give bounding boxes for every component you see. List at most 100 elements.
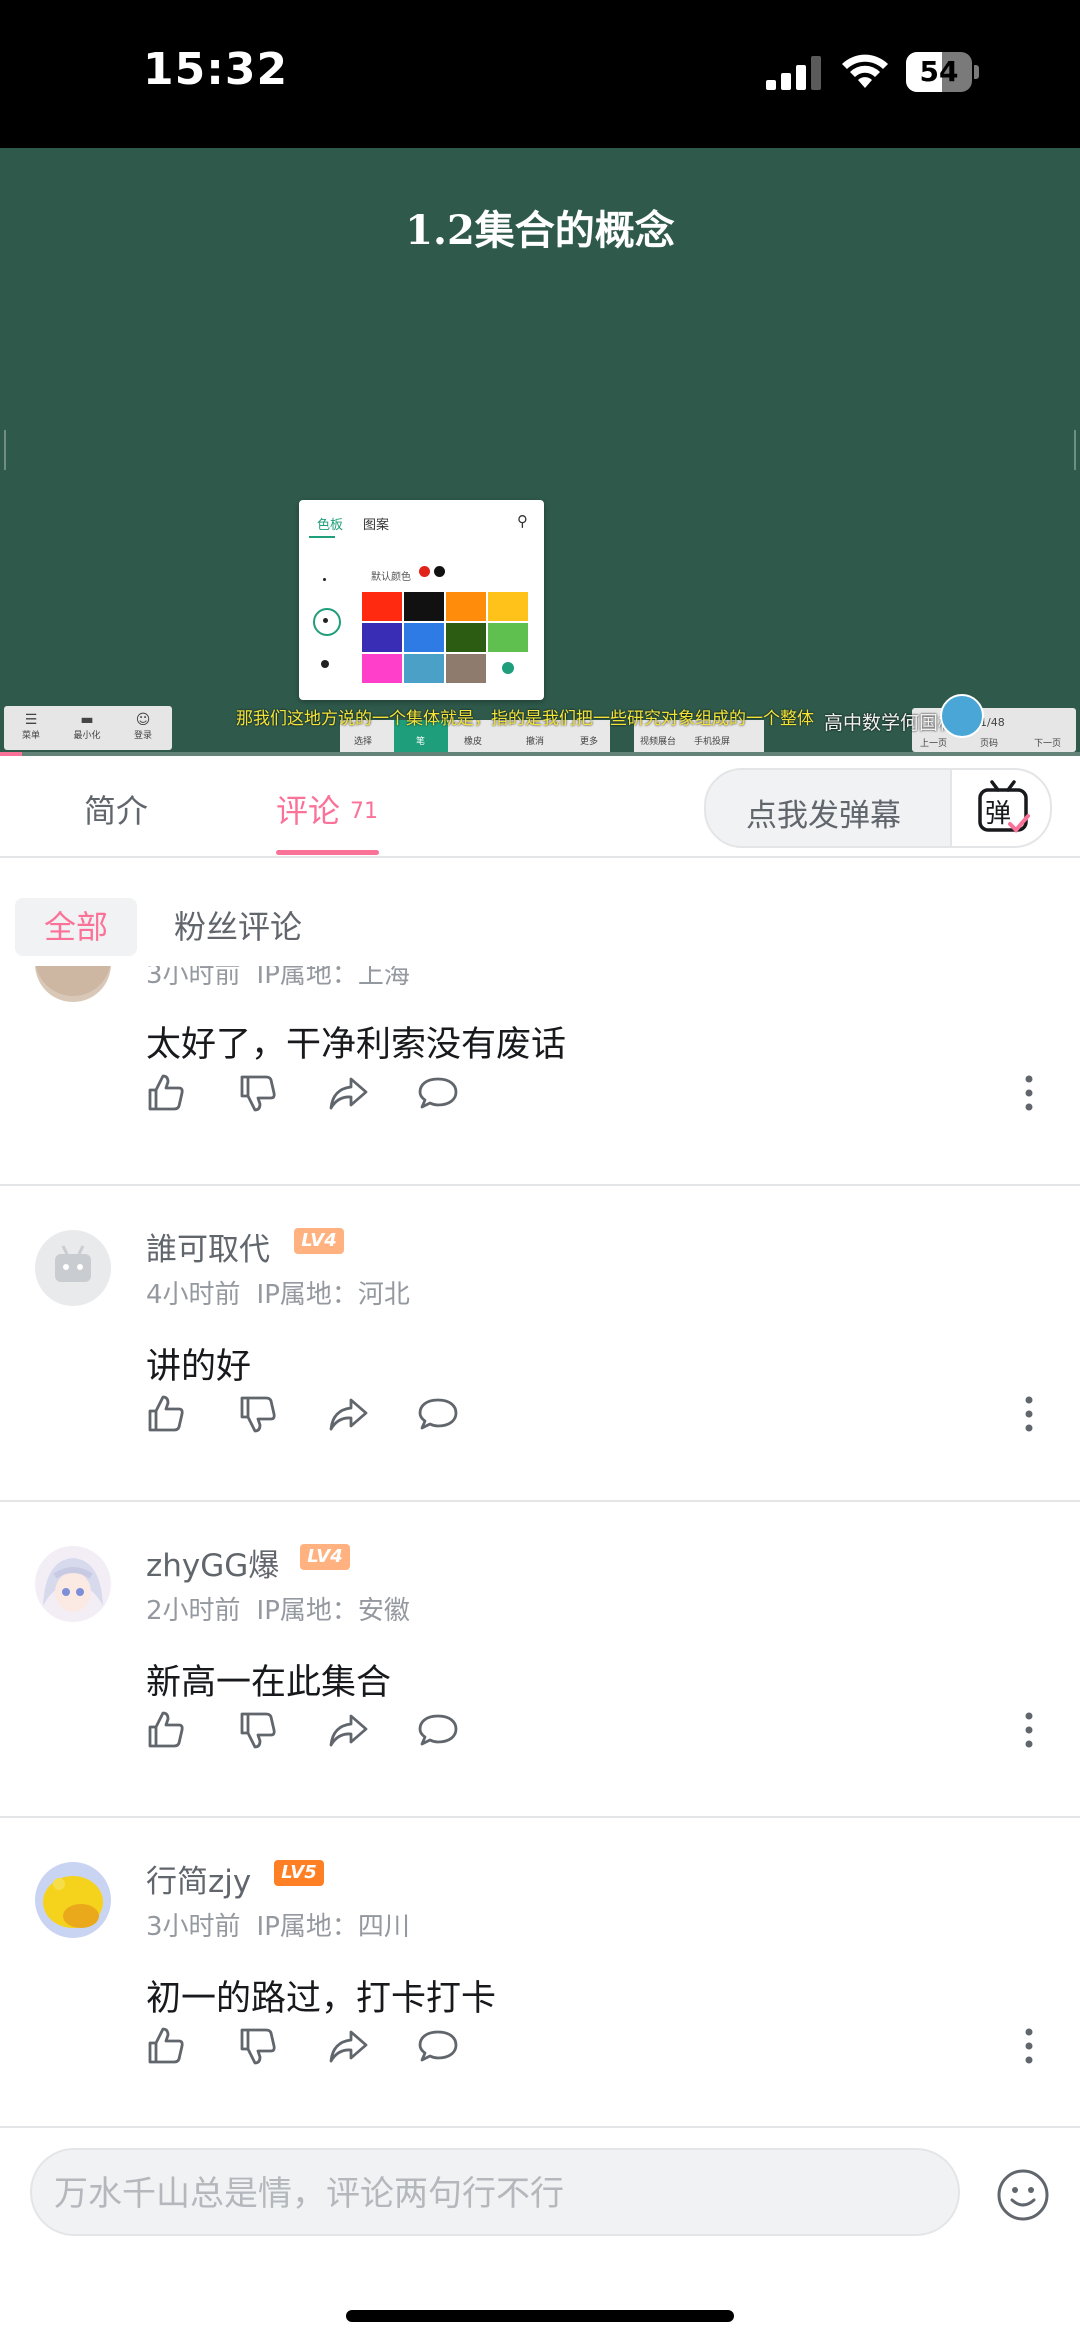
comment-input[interactable]: 万水千山总是情，评论两句行不行 <box>30 2148 960 2236</box>
ip-label: IP属地： <box>256 1280 358 1310</box>
danmaku-icon: 弹 <box>978 780 1030 833</box>
reply-icon[interactable] <box>416 2024 460 2068</box>
comment-meta: 2小时前 IP属地：安徽 <box>146 1590 410 1627</box>
comment-time: 3小时前 <box>146 1912 241 1942</box>
danmaku-placeholder[interactable]: 点我发弹幕 <box>746 790 901 835</box>
comment-content: 讲的好 <box>146 1347 252 1387</box>
more-icon[interactable] <box>1024 1394 1034 1434</box>
divider <box>0 1816 1080 1818</box>
level-badge: LV4 <box>300 1544 350 1570</box>
comment-username[interactable]: zhyGG爆 LV4 <box>146 1540 350 1585</box>
reply-icon[interactable] <box>416 1071 460 1115</box>
comment-content: 新高一在此集合 <box>146 1663 392 1703</box>
color-swatch <box>362 623 402 652</box>
ip-label: IP属地： <box>256 1912 358 1942</box>
comment-meta: 4小时前 IP属地：河北 <box>146 1274 410 1311</box>
avatar[interactable] <box>35 1862 111 1938</box>
share-icon[interactable] <box>326 1071 370 1115</box>
color-swatch <box>488 592 528 621</box>
wifi-icon <box>842 54 888 88</box>
level-badge: LV4 <box>294 1228 344 1254</box>
color-swatch <box>446 623 486 652</box>
divider <box>0 1500 1080 1502</box>
palette-tab-colors: 色板 <box>317 518 344 533</box>
color-swatch <box>362 654 402 683</box>
dislike-icon[interactable] <box>236 1708 280 1752</box>
video-subtitle: 那我们这地方说的一个集体就是，指的是我们把一些研究对象组成的一个整体 <box>236 709 814 729</box>
like-icon[interactable] <box>144 2024 188 2068</box>
color-palette-popup: 色板 图案 ⚲ 默认颜色 <box>299 500 544 700</box>
comment-username[interactable]: 行简zjy LV5 <box>146 1856 324 1901</box>
comment-username[interactable]: 誰可取代 LV4 <box>146 1224 344 1269</box>
ip-location: 河北 <box>357 1280 410 1310</box>
comment-meta: 3小时前 IP属地：上海 <box>146 966 410 991</box>
danmaku-toggle-button[interactable]: 弹 <box>950 770 1050 846</box>
comment-time: 3小时前 <box>146 966 241 990</box>
like-icon[interactable] <box>144 1071 188 1115</box>
ip-location: 安徽 <box>357 1596 410 1626</box>
comment-input-bar: 万水千山总是情，评论两句行不行 <box>0 2126 1080 2343</box>
dislike-icon[interactable] <box>236 1071 280 1115</box>
color-swatch <box>404 654 444 683</box>
dislike-icon[interactable] <box>236 2024 280 2068</box>
tab-comments[interactable]: 评论 71 <box>276 786 378 832</box>
ip-location: 四川 <box>357 1912 410 1942</box>
like-icon[interactable] <box>144 1392 188 1436</box>
color-swatch <box>488 654 528 683</box>
reply-icon[interactable] <box>416 1708 460 1752</box>
default-avatar-icon <box>55 1245 91 1282</box>
level-badge: LV5 <box>274 1860 324 1886</box>
home-indicator[interactable] <box>346 2310 734 2322</box>
color-swatch <box>362 592 402 621</box>
battery-icon: 54 <box>906 52 979 92</box>
comment-time: 2小时前 <box>146 1596 241 1626</box>
comment-content: 太好了，干净利索没有废话 <box>146 1025 567 1065</box>
share-icon[interactable] <box>326 1708 370 1752</box>
color-swatch <box>404 592 444 621</box>
palette-default-label: 默认颜色 <box>371 572 411 583</box>
cellular-signal-icon <box>766 56 821 90</box>
filter-fans[interactable]: 粉丝评论 <box>174 898 302 956</box>
danmaku-bar[interactable]: 点我发弹幕 弹 <box>704 768 1052 848</box>
tab-intro[interactable]: 简介 <box>84 786 148 832</box>
comment-content: 初一的路过，打卡打卡 <box>146 1979 497 2019</box>
slide-title: 1.2集合的概念 <box>405 207 675 254</box>
yellow-avatar-image <box>43 1876 103 1928</box>
divider <box>0 1184 1080 1186</box>
comment-time: 4小时前 <box>146 1280 241 1310</box>
color-swatch <box>446 654 486 683</box>
svg-text:弹: 弹 <box>985 799 1011 829</box>
color-swatches <box>362 592 532 683</box>
anime-avatar-image <box>43 1558 103 1612</box>
more-icon[interactable] <box>1024 2026 1034 2066</box>
share-icon[interactable] <box>326 1392 370 1436</box>
avatar[interactable] <box>35 1230 111 1306</box>
more-icon[interactable] <box>1024 1710 1034 1750</box>
comment-list[interactable]: 3小时前 IP属地：上海 太好了，干净利索没有废话 誰可取代 LV4 4小时前 IP… <box>0 966 1080 2126</box>
color-swatch <box>446 592 486 621</box>
presenter-avatar <box>940 694 984 738</box>
filter-all[interactable]: 全部 <box>15 898 137 956</box>
comment-meta: 3小时前 IP属地：四川 <box>146 1906 410 1943</box>
emoji-icon[interactable] <box>996 2168 1050 2222</box>
dislike-icon[interactable] <box>236 1392 280 1436</box>
pin-icon: ⚲ <box>517 512 528 530</box>
palette-tab-patterns: 图案 <box>363 518 390 533</box>
tab-comments-label: 评论 <box>276 792 341 830</box>
ip-label: IP属地： <box>256 966 358 990</box>
like-icon[interactable] <box>144 1708 188 1752</box>
battery-level: 54 <box>919 55 959 88</box>
reply-icon[interactable] <box>416 1392 460 1436</box>
tab-bar: 简介 评论 71 点我发弹幕 弹 <box>0 756 1080 858</box>
avatar[interactable] <box>35 1546 111 1622</box>
ip-label: IP属地： <box>256 1596 358 1626</box>
status-bar: 15:32 54 <box>0 0 1080 148</box>
video-watermark: 高中数学何国栋 <box>824 712 958 734</box>
board-toolbar-left: ☰ 菜单 ▬ 最小化 ☺ 登录 <box>4 706 172 750</box>
color-swatch <box>404 623 444 652</box>
more-icon[interactable] <box>1024 1073 1034 1113</box>
video-player[interactable]: 1.2集合的概念 色板 图案 ⚲ 默认颜色 ☰ 菜单 ▬ 最小化 ☺ 登录 选择 笔 … <box>0 148 1080 756</box>
share-icon[interactable] <box>326 2024 370 2068</box>
status-time: 15:32 <box>143 44 289 95</box>
color-swatch <box>488 623 528 652</box>
